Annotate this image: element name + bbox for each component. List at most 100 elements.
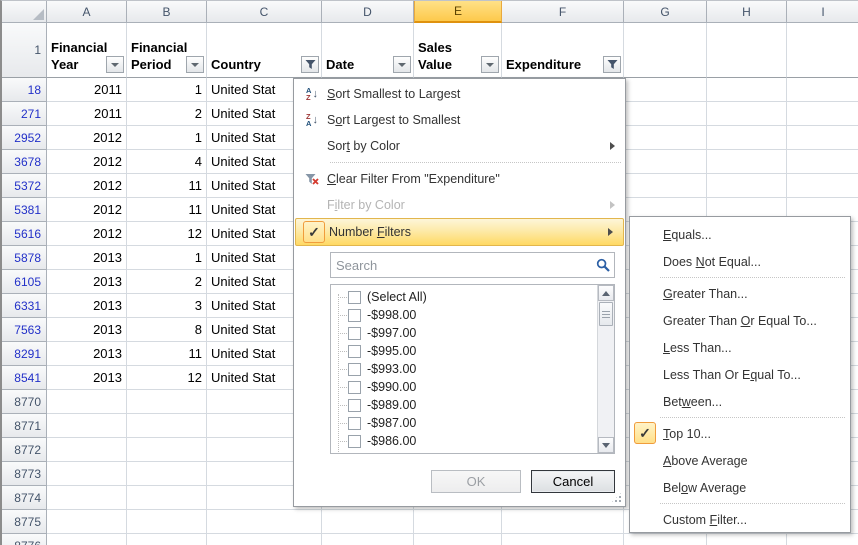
cell-8775E[interactable] (414, 510, 502, 534)
submenu-item-between[interactable]: Between... (630, 388, 850, 415)
cell-2952B[interactable]: 1 (127, 126, 207, 150)
menu-item-number-filters[interactable]: ✓Number Filters (295, 218, 624, 246)
row-header-2952[interactable]: 2952 (2, 126, 47, 150)
cell-7563A[interactable]: 2013 (47, 318, 127, 342)
row-header-5616[interactable]: 5616 (2, 222, 47, 246)
value-item[interactable]: -$997.00 (331, 324, 597, 342)
scroll-down-button[interactable] (598, 437, 614, 453)
cell-8541B[interactable]: 12 (127, 366, 207, 390)
cell-8775D[interactable] (322, 510, 414, 534)
column-header-D[interactable]: D (322, 1, 414, 23)
submenu-item-below-average[interactable]: Below Average (630, 474, 850, 501)
cell-5372A[interactable]: 2012 (47, 174, 127, 198)
cell-2952G[interactable] (624, 126, 707, 150)
submenu-item-does-not-equal[interactable]: Does Not Equal... (630, 248, 850, 275)
row-header-8774[interactable]: 8774 (2, 486, 47, 510)
cell-5381A[interactable]: 2012 (47, 198, 127, 222)
cell-8774A[interactable] (47, 486, 127, 510)
cell-6105B[interactable]: 2 (127, 270, 207, 294)
field-header-D[interactable]: Date (322, 23, 414, 78)
value-item-partial[interactable] (331, 450, 597, 454)
cell-3678B[interactable]: 4 (127, 150, 207, 174)
checkbox-icon[interactable] (348, 345, 361, 358)
value-item[interactable]: -$986.00 (331, 432, 597, 450)
column-header-F[interactable]: F (502, 1, 624, 23)
cell-8775F[interactable] (502, 510, 624, 534)
row-header-8771[interactable]: 8771 (2, 414, 47, 438)
row-header-6331[interactable]: 6331 (2, 294, 47, 318)
cell-8776H[interactable] (707, 534, 787, 545)
cell-1G[interactable] (624, 23, 707, 78)
cell-18G[interactable] (624, 78, 707, 102)
column-header-I[interactable]: I (787, 1, 858, 23)
row-header-5381[interactable]: 5381 (2, 198, 47, 222)
field-header-A[interactable]: FinancialYear (47, 23, 127, 78)
column-header-G[interactable]: G (624, 1, 707, 23)
submenu-item-top-10[interactable]: ✓Top 10... (630, 420, 850, 447)
value-item[interactable]: -$989.00 (331, 396, 597, 414)
cell-8771A[interactable] (47, 414, 127, 438)
search-input[interactable] (330, 252, 615, 278)
select-all-corner[interactable] (2, 1, 47, 23)
cell-271G[interactable] (624, 102, 707, 126)
scroll-up-button[interactable] (598, 285, 614, 301)
checkbox-icon[interactable] (348, 327, 361, 340)
cell-1H[interactable] (707, 23, 787, 78)
cell-2952I[interactable] (787, 126, 858, 150)
cell-8776E[interactable] (414, 534, 502, 545)
submenu-item-above-average[interactable]: Above Average (630, 447, 850, 474)
checkbox-icon[interactable] (348, 417, 361, 430)
checkbox-icon[interactable] (348, 399, 361, 412)
checkbox-icon[interactable] (348, 435, 361, 448)
value-item[interactable]: -$998.00 (331, 306, 597, 324)
checkbox-icon[interactable] (348, 363, 361, 376)
row-header-8770[interactable]: 8770 (2, 390, 47, 414)
cell-271B[interactable]: 2 (127, 102, 207, 126)
row-header-1[interactable]: 1 (2, 23, 47, 78)
cell-1I[interactable] (787, 23, 858, 78)
value-item[interactable]: (Select All) (331, 288, 597, 306)
cell-8776A[interactable] (47, 534, 127, 545)
cell-8776G[interactable] (624, 534, 707, 545)
cell-8775B[interactable] (127, 510, 207, 534)
cell-8776C[interactable] (207, 534, 322, 545)
cell-2952H[interactable] (707, 126, 787, 150)
cell-8776F[interactable] (502, 534, 624, 545)
value-item[interactable]: -$990.00 (331, 378, 597, 396)
filter-button-F[interactable] (603, 56, 621, 73)
value-item[interactable]: -$995.00 (331, 342, 597, 360)
cell-271A[interactable]: 2011 (47, 102, 127, 126)
filter-button-B[interactable] (186, 56, 204, 73)
row-header-3678[interactable]: 3678 (2, 150, 47, 174)
cell-5878B[interactable]: 1 (127, 246, 207, 270)
submenu-item-less-than[interactable]: Less Than... (630, 334, 850, 361)
cell-8773A[interactable] (47, 462, 127, 486)
ok-button[interactable]: OK (431, 470, 521, 493)
cell-6331B[interactable]: 3 (127, 294, 207, 318)
row-header-6105[interactable]: 6105 (2, 270, 47, 294)
row-header-8773[interactable]: 8773 (2, 462, 47, 486)
column-header-C[interactable]: C (207, 1, 322, 23)
scroll-thumb[interactable] (599, 302, 613, 326)
cell-8774B[interactable] (127, 486, 207, 510)
cell-18B[interactable]: 1 (127, 78, 207, 102)
column-header-A[interactable]: A (47, 1, 127, 23)
cell-5381B[interactable]: 11 (127, 198, 207, 222)
filter-button-C[interactable] (301, 56, 319, 73)
cell-5616A[interactable]: 2012 (47, 222, 127, 246)
filter-button-D[interactable] (393, 56, 411, 73)
cell-8770B[interactable] (127, 390, 207, 414)
cell-3678A[interactable]: 2012 (47, 150, 127, 174)
row-header-5878[interactable]: 5878 (2, 246, 47, 270)
menu-item-sort-largest-to-smallest[interactable]: ZA↓Sort Largest to Smallest (294, 107, 625, 133)
submenu-item-greater-than-or-equal-to[interactable]: Greater Than Or Equal To... (630, 307, 850, 334)
field-header-B[interactable]: FinancialPeriod (127, 23, 207, 78)
checkbox-icon[interactable] (348, 309, 361, 322)
checkbox-icon[interactable] (348, 381, 361, 394)
cell-18I[interactable] (787, 78, 858, 102)
menu-item-sort-by-color[interactable]: Sort by Color (294, 133, 625, 159)
cell-8291A[interactable]: 2013 (47, 342, 127, 366)
cell-3678H[interactable] (707, 150, 787, 174)
cell-8541A[interactable]: 2013 (47, 366, 127, 390)
row-header-5372[interactable]: 5372 (2, 174, 47, 198)
